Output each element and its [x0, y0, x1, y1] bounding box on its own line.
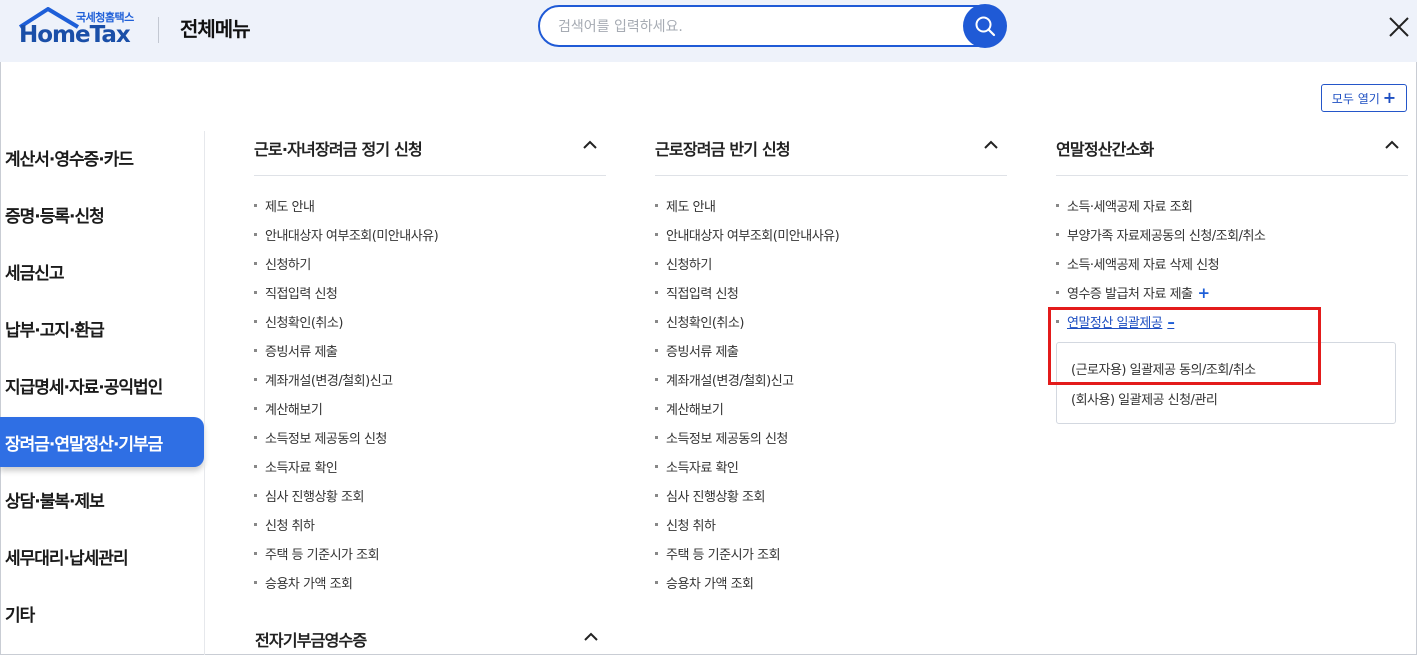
logo-text: HomeTax: [19, 22, 131, 48]
sidebar-item-certificate[interactable]: 증명·등록·신청: [0, 189, 204, 239]
menu-item[interactable]: 소득·세액공제 자료 삭제 신청: [1056, 249, 1408, 278]
open-all-button[interactable]: 모두 열기 +: [1321, 84, 1407, 112]
menu-column-yearend-simplified: 연말정산간소화 소득·세액공제 자료 조회 부양가족 자료제공동의 신청/조회/…: [1056, 128, 1408, 424]
sidebar-item-etc[interactable]: 기타: [0, 588, 204, 638]
menu-item[interactable]: 소득·세액공제 자료 조회: [1056, 191, 1408, 220]
chevron-up-icon[interactable]: [583, 629, 599, 645]
menu-item-yearend-batch[interactable]: 연말정산 일괄제공 –: [1056, 307, 1408, 336]
menu-item[interactable]: 소득정보 제공동의 신청: [254, 423, 606, 452]
menu-item[interactable]: 직접입력 신청: [254, 278, 606, 307]
menu-item[interactable]: 승용차 가액 조회: [655, 568, 1007, 597]
menu-item-receipt-submission[interactable]: 영수증 발급처 자료 제출 +: [1056, 278, 1408, 307]
sidebar-divider: [204, 131, 205, 655]
sidebar-item-incentive[interactable]: 장려금·연말정산·기부금: [0, 417, 204, 467]
column-title: 근로·자녀장려금 정기 신청: [254, 140, 423, 159]
sidebar-item-agent[interactable]: 세무대리·납세관리: [0, 531, 204, 581]
menu-item[interactable]: 제도 안내: [655, 191, 1007, 220]
column-header[interactable]: 근로·자녀장려금 정기 신청: [254, 128, 606, 176]
menu-item[interactable]: 계산해보기: [655, 394, 1007, 423]
menu-item[interactable]: 신청하기: [655, 249, 1007, 278]
submenu-box: (근로자용) 일괄제공 동의/조회/취소 (회사용) 일괄제공 신청/관리: [1056, 342, 1396, 424]
column-title: 전자기부금영수증: [255, 631, 367, 650]
sidebar-item-payment[interactable]: 납부·고지·환급: [0, 303, 204, 353]
sidebar-item-statements[interactable]: 지급명세·자료·공익법인: [0, 360, 204, 410]
menu-list: 소득·세액공제 자료 조회 부양가족 자료제공동의 신청/조회/취소 소득·세액…: [1056, 191, 1408, 424]
menu-item-label: 연말정산 일괄제공: [1067, 316, 1163, 331]
menu-item[interactable]: 주택 등 기준시가 조회: [254, 539, 606, 568]
menu-item[interactable]: 증빙서류 제출: [655, 336, 1007, 365]
column-header[interactable]: 근로장려금 반기 신청: [655, 128, 1007, 176]
column-header[interactable]: 연말정산간소화: [1056, 128, 1408, 176]
menu-item[interactable]: 소득정보 제공동의 신청: [655, 423, 1007, 452]
menu-column-earned-child-incentive: 근로·자녀장려금 정기 신청 제도 안내 안내대상자 여부조회(미안내사유) 신…: [254, 128, 606, 597]
menu-item[interactable]: 심사 진행상황 조회: [655, 481, 1007, 510]
chevron-up-icon[interactable]: [1384, 137, 1400, 153]
search-bar: [538, 4, 1007, 48]
open-all-label: 모두 열기: [1331, 91, 1380, 106]
sidebar-item-invoice[interactable]: 계산서·영수증·카드: [0, 132, 204, 182]
column-header-donation-receipt[interactable]: 전자기부금영수증: [255, 620, 607, 655]
page-title: 전체메뉴: [180, 17, 251, 41]
column-title: 근로장려금 반기 신청: [655, 140, 791, 159]
menu-item[interactable]: 안내대상자 여부조회(미안내사유): [655, 220, 1007, 249]
chevron-up-icon[interactable]: [582, 137, 598, 153]
search-input[interactable]: [558, 17, 958, 37]
column-title: 연말정산간소화: [1056, 140, 1154, 159]
search-icon: [975, 16, 996, 37]
header-divider: [158, 17, 159, 43]
menu-item[interactable]: 직접입력 신청: [655, 278, 1007, 307]
menu-item[interactable]: 계좌개설(변경/철회)신고: [254, 365, 606, 394]
menu-item[interactable]: 신청 취하: [655, 510, 1007, 539]
menu-item[interactable]: 신청확인(취소): [655, 307, 1007, 336]
hometax-logo[interactable]: 국세청홈택스 HomeTax: [16, 6, 138, 50]
submenu-item-company[interactable]: (회사용) 일괄제공 신청/관리: [1057, 383, 1395, 413]
menu-item[interactable]: 계산해보기: [254, 394, 606, 423]
header: 국세청홈택스 HomeTax 전체메뉴: [0, 0, 1417, 62]
menu-item[interactable]: 제도 안내: [254, 191, 606, 220]
menu-item[interactable]: 소득자료 확인: [254, 452, 606, 481]
menu-item[interactable]: 신청하기: [254, 249, 606, 278]
menu-item[interactable]: 신청확인(취소): [254, 307, 606, 336]
menu-item[interactable]: 신청 취하: [254, 510, 606, 539]
menu-item[interactable]: 부양가족 자료제공동의 신청/조회/취소: [1056, 220, 1408, 249]
menu-column-earned-semiannual: 근로장려금 반기 신청 제도 안내 안내대상자 여부조회(미안내사유) 신청하기…: [655, 128, 1007, 597]
chevron-up-icon[interactable]: [983, 137, 999, 153]
sidebar-item-consulting[interactable]: 상담·불복·제보: [0, 474, 204, 524]
submenu-item-worker[interactable]: (근로자용) 일괄제공 동의/조회/취소: [1057, 353, 1395, 383]
menu-item[interactable]: 소득자료 확인: [655, 452, 1007, 481]
menu-item[interactable]: 승용차 가액 조회: [254, 568, 606, 597]
menu-item[interactable]: 증빙서류 제출: [254, 336, 606, 365]
search-button[interactable]: [963, 4, 1007, 48]
menu-item[interactable]: 안내대상자 여부조회(미안내사유): [254, 220, 606, 249]
sidebar-item-tax-report[interactable]: 세금신고: [0, 246, 204, 296]
collapse-minus-icon[interactable]: –: [1167, 313, 1175, 331]
menu-item[interactable]: 주택 등 기준시가 조회: [655, 539, 1007, 568]
menu-item[interactable]: 계좌개설(변경/철회)신고: [655, 365, 1007, 394]
close-icon[interactable]: [1386, 14, 1412, 40]
menu-item[interactable]: 심사 진행상황 조회: [254, 481, 606, 510]
menu-list: 제도 안내 안내대상자 여부조회(미안내사유) 신청하기 직접입력 신청 신청확…: [254, 191, 606, 597]
expand-plus-icon[interactable]: +: [1198, 284, 1211, 302]
menu-list: 제도 안내 안내대상자 여부조회(미안내사유) 신청하기 직접입력 신청 신청확…: [655, 191, 1007, 597]
plus-icon: +: [1382, 88, 1397, 107]
menu-item-label: 영수증 발급처 자료 제출: [1067, 287, 1193, 302]
